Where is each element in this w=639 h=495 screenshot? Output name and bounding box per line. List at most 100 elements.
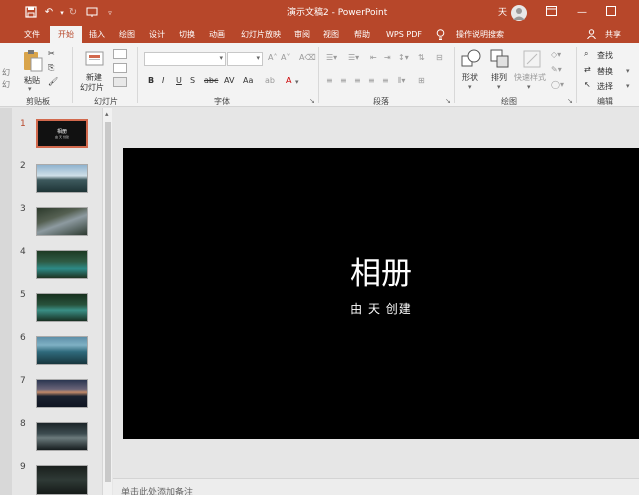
- font-name-combo[interactable]: ▾: [144, 52, 226, 66]
- tell-me-search[interactable]: 操作说明搜索: [452, 26, 508, 43]
- notes-placeholder[interactable]: 单击此处添加备注: [121, 485, 193, 495]
- bullets-icon[interactable]: ☰▾: [326, 53, 337, 62]
- scrollbar-thumb[interactable]: [105, 122, 111, 482]
- tab-review[interactable]: 审阅: [290, 26, 314, 43]
- tab-help[interactable]: 帮助: [348, 26, 376, 43]
- avatar[interactable]: [511, 5, 527, 21]
- quick-styles-icon[interactable]: [521, 48, 543, 70]
- align-left-icon[interactable]: ≡: [326, 76, 333, 85]
- slide-thumbnail-2[interactable]: [36, 164, 88, 193]
- select-dropdown-icon[interactable]: ▾: [626, 82, 630, 90]
- tab-transitions[interactable]: 切换: [174, 26, 200, 43]
- replace-label[interactable]: 替换: [597, 66, 613, 77]
- tab-home[interactable]: 开始: [50, 26, 82, 43]
- tab-view[interactable]: 视图: [318, 26, 344, 43]
- tab-insert[interactable]: 插入: [84, 26, 110, 43]
- shadow-icon[interactable]: S: [190, 76, 195, 85]
- select-icon[interactable]: ↖: [584, 80, 591, 89]
- tab-design[interactable]: 设计: [144, 26, 170, 43]
- maximize-icon[interactable]: [604, 6, 618, 20]
- paste-label[interactable]: 粘贴: [24, 75, 40, 86]
- shapes-label[interactable]: 形状: [462, 72, 478, 83]
- customize-toolbar-icon[interactable]: ▿: [103, 6, 117, 20]
- decrease-indent-icon[interactable]: ⇤: [370, 53, 377, 62]
- ribbon-display-options-icon[interactable]: [544, 6, 558, 20]
- font-dialog-launcher-icon[interactable]: ↘: [309, 97, 315, 105]
- change-case-icon[interactable]: Aa: [243, 76, 253, 85]
- start-from-beginning-icon[interactable]: [85, 6, 99, 20]
- decrease-font-icon[interactable]: A˅: [281, 53, 290, 62]
- replace-dropdown-icon[interactable]: ▾: [626, 67, 630, 75]
- slide-thumbnail-9[interactable]: [36, 465, 88, 495]
- slide-thumbnail-1[interactable]: 相册 由 天 创建: [36, 119, 88, 148]
- font-color-dropdown-icon[interactable]: ▾: [295, 78, 299, 86]
- shape-fill-icon[interactable]: ◇▾: [551, 50, 561, 59]
- align-right-icon[interactable]: ≡: [354, 76, 361, 85]
- line-spacing-icon[interactable]: ↕▾: [398, 53, 409, 62]
- align-text-icon[interactable]: ⊟: [436, 53, 443, 62]
- reset-icon[interactable]: [113, 63, 127, 73]
- highlight-icon[interactable]: ab: [265, 76, 275, 85]
- slide-thumbnail-4[interactable]: [36, 250, 88, 279]
- find-icon[interactable]: ⌕: [584, 49, 588, 59]
- slide-title[interactable]: 相册: [123, 254, 639, 294]
- align-center-icon[interactable]: ≡: [340, 76, 347, 85]
- slide-subtitle[interactable]: 由 天 创建: [123, 301, 639, 317]
- slide-thumbnail-8[interactable]: [36, 422, 88, 451]
- shapes-dropdown-icon[interactable]: ▾: [468, 83, 472, 91]
- smartart-icon[interactable]: ⊞: [418, 76, 425, 85]
- format-painter-icon[interactable]: 🖌: [48, 77, 58, 86]
- clear-format-icon[interactable]: A⌫: [299, 53, 316, 62]
- tab-file[interactable]: 文件: [17, 26, 47, 43]
- new-slide-icon[interactable]: [84, 48, 106, 70]
- arrange-icon[interactable]: [489, 48, 511, 70]
- italic-icon[interactable]: I: [162, 76, 164, 85]
- current-slide[interactable]: 相册 由 天 创建: [123, 148, 639, 439]
- tab-animations[interactable]: 动画: [204, 26, 230, 43]
- undo-icon[interactable]: ↶: [42, 6, 56, 20]
- find-label[interactable]: 查找: [597, 50, 613, 61]
- underline-icon[interactable]: U: [176, 76, 182, 85]
- save-icon[interactable]: [24, 6, 38, 20]
- slide-thumbnail-7[interactable]: [36, 379, 88, 408]
- redo-icon[interactable]: ↻: [66, 6, 80, 20]
- lightbulb-icon[interactable]: [434, 26, 446, 43]
- select-label[interactable]: 选择: [597, 81, 613, 92]
- quick-styles-label[interactable]: 快速样式: [514, 72, 546, 83]
- tab-slideshow[interactable]: 幻灯片放映: [236, 26, 286, 43]
- increase-indent-icon[interactable]: ⇥: [384, 53, 391, 62]
- strikethrough-icon[interactable]: abc: [204, 76, 218, 85]
- copy-icon[interactable]: ⎘: [48, 63, 54, 73]
- distributed-icon[interactable]: ≡: [382, 76, 389, 85]
- layout-icon[interactable]: [113, 49, 127, 59]
- font-color-icon[interactable]: A: [286, 76, 291, 85]
- slide-thumbnail-5[interactable]: [36, 293, 88, 322]
- thumbnail-scrollbar[interactable]: ▴: [102, 108, 112, 495]
- shape-outline-icon[interactable]: ✎▾: [551, 65, 562, 74]
- user-name[interactable]: 天: [498, 0, 507, 26]
- bold-icon[interactable]: B: [148, 76, 154, 85]
- arrange-dropdown-icon[interactable]: ▾: [497, 83, 501, 91]
- replace-icon[interactable]: ⇄: [584, 65, 591, 74]
- numbering-icon[interactable]: ☰▾: [348, 53, 359, 62]
- quick-styles-dropdown-icon[interactable]: ▾: [527, 83, 531, 91]
- font-size-combo[interactable]: ▾: [227, 52, 263, 66]
- section-icon[interactable]: [113, 77, 127, 87]
- notes-pane[interactable]: 单击此处添加备注: [113, 478, 639, 495]
- arrange-label[interactable]: 排列: [491, 72, 507, 83]
- increase-font-icon[interactable]: A˄: [268, 53, 277, 62]
- share-icon[interactable]: [585, 26, 597, 43]
- scroll-up-icon[interactable]: ▴: [105, 110, 109, 118]
- tab-wps-pdf[interactable]: WPS PDF: [380, 26, 428, 43]
- text-direction-icon[interactable]: ⇅: [418, 53, 425, 62]
- paste-icon[interactable]: [22, 49, 44, 73]
- cut-icon[interactable]: ✂: [48, 49, 55, 58]
- minimize-icon[interactable]: —: [575, 6, 589, 20]
- columns-icon[interactable]: ⫴▾: [398, 76, 405, 86]
- new-slide-label-2[interactable]: 幻灯片: [80, 82, 104, 93]
- share-button[interactable]: 共享: [598, 26, 628, 43]
- shape-effects-icon[interactable]: ◯▾: [551, 80, 564, 89]
- slide-thumbnail-3[interactable]: [36, 207, 88, 236]
- shapes-icon[interactable]: [460, 48, 482, 70]
- paste-dropdown-icon[interactable]: ▾: [28, 85, 32, 93]
